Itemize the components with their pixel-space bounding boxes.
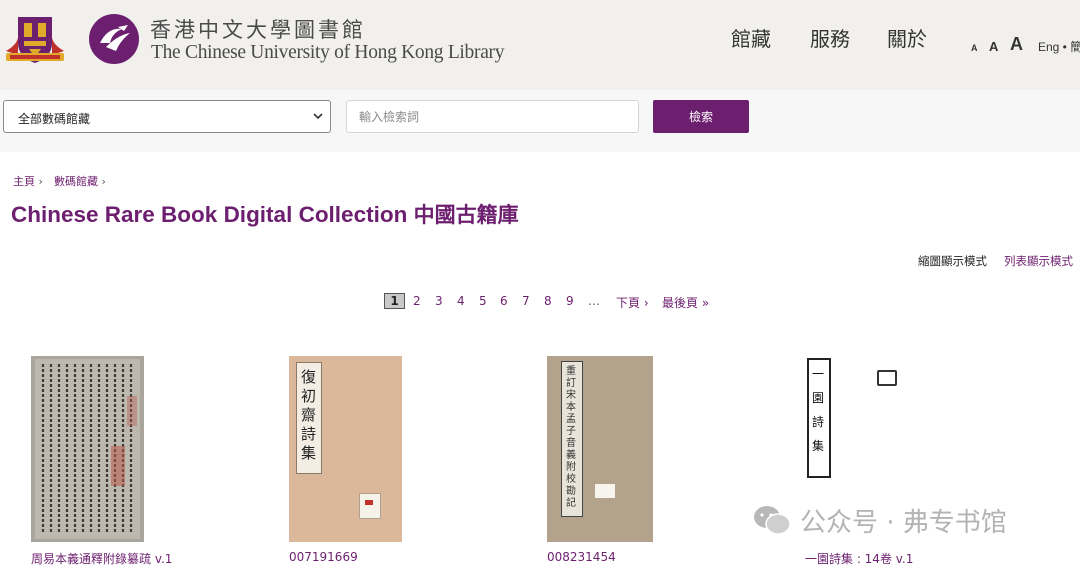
- site-header: 香港中文大學圖書館 The Chinese University of Hong…: [0, 0, 1080, 90]
- view-mode-grid[interactable]: 縮圖顯示模式: [918, 253, 987, 269]
- item-caption-2[interactable]: 007191669: [289, 550, 358, 564]
- pagination-next[interactable]: 下頁 ›: [616, 294, 649, 311]
- cover-title-text: 復初齋詩集: [301, 368, 317, 462]
- font-size-small[interactable]: A: [971, 43, 978, 53]
- watermark-text: 公众号 · 弗专书馆: [800, 508, 1007, 538]
- breadcrumb-home-label: 主頁: [13, 175, 35, 188]
- pagination-current-page: 1: [384, 293, 405, 309]
- cover-title-label: 一園詩集: [807, 358, 831, 478]
- pagination-page-2[interactable]: 2: [413, 294, 421, 308]
- cover-title-label: 復初齋詩集: [296, 362, 322, 474]
- item-caption-3[interactable]: 008231454: [547, 550, 616, 564]
- cover-title-text: 重訂宋本孟子音義附校勘記: [566, 366, 576, 509]
- pagination-page-4[interactable]: 4: [457, 294, 465, 308]
- breadcrumb-digital-collections[interactable]: 數碼館藏 ›: [54, 173, 106, 189]
- pagination-page-6[interactable]: 6: [500, 294, 508, 308]
- cuhk-crest-icon[interactable]: [4, 13, 66, 65]
- search-input[interactable]: [346, 100, 639, 133]
- item-thumbnail-2[interactable]: 復初齋詩集: [289, 356, 402, 542]
- font-size-medium[interactable]: A: [989, 39, 998, 54]
- breadcrumb-separator: ›: [38, 175, 43, 188]
- breadcrumb-home[interactable]: 主頁 ›: [13, 173, 43, 189]
- brand-name-english[interactable]: The Chinese University of Hong Kong Libr…: [151, 42, 505, 64]
- pagination-page-7[interactable]: 7: [522, 294, 530, 308]
- page-title-en: Chinese Rare Book Digital Collection: [11, 202, 408, 227]
- font-size-large[interactable]: A: [1010, 34, 1023, 55]
- seal-stamp: [877, 370, 897, 386]
- brand-name-chinese[interactable]: 香港中文大學圖書館: [150, 14, 366, 44]
- nav-about[interactable]: 關於: [887, 23, 927, 52]
- pagination-page-3[interactable]: 3: [435, 294, 443, 308]
- search-bar: 全部數碼館藏 檢索: [0, 90, 1080, 152]
- wechat-icon: [754, 506, 791, 535]
- search-button[interactable]: 檢索: [653, 100, 749, 133]
- item-thumbnail-3[interactable]: 重訂宋本孟子音義附校勘記: [547, 356, 653, 542]
- pagination-page-9[interactable]: 9: [566, 294, 574, 308]
- nav-collections[interactable]: 館藏: [731, 23, 771, 52]
- collection-scope-select[interactable]: 全部數碼館藏: [3, 100, 331, 133]
- item-caption-4[interactable]: 一園詩集 : 14卷 v.1: [805, 550, 913, 565]
- library-logo-icon[interactable]: [88, 13, 140, 65]
- pagination-page-8[interactable]: 8: [544, 294, 552, 308]
- cover-title-text: 一園詩集: [812, 367, 825, 453]
- page-title: Chinese Rare Book Digital Collection 中國古…: [11, 199, 519, 229]
- item-thumbnail-1[interactable]: [31, 356, 144, 542]
- barcode-sticker: [595, 484, 615, 498]
- view-mode-list[interactable]: 列表顯示模式: [1004, 253, 1073, 269]
- item-thumbnail-4[interactable]: 一園詩集: [805, 356, 905, 486]
- breadcrumb-collections-label: 數碼館藏: [54, 175, 98, 188]
- pagination-last[interactable]: 最後頁 »: [662, 294, 709, 311]
- language-switcher[interactable]: Eng • 簡: [1038, 38, 1080, 55]
- chevron-down-icon: [313, 113, 323, 120]
- pagination-page-5[interactable]: 5: [479, 294, 487, 308]
- pagination-ellipsis: …: [588, 294, 600, 308]
- breadcrumb-separator: ›: [101, 175, 106, 188]
- page-title-zh: 中國古籍庫: [413, 203, 519, 227]
- nav-services[interactable]: 服務: [810, 23, 850, 52]
- item-caption-1[interactable]: 周易本義通釋附錄纂疏 v.1: [31, 550, 172, 565]
- collection-scope-value: 全部數碼館藏: [18, 112, 91, 126]
- barcode-sticker: [359, 493, 381, 519]
- cover-title-label: 重訂宋本孟子音義附校勘記: [561, 361, 583, 517]
